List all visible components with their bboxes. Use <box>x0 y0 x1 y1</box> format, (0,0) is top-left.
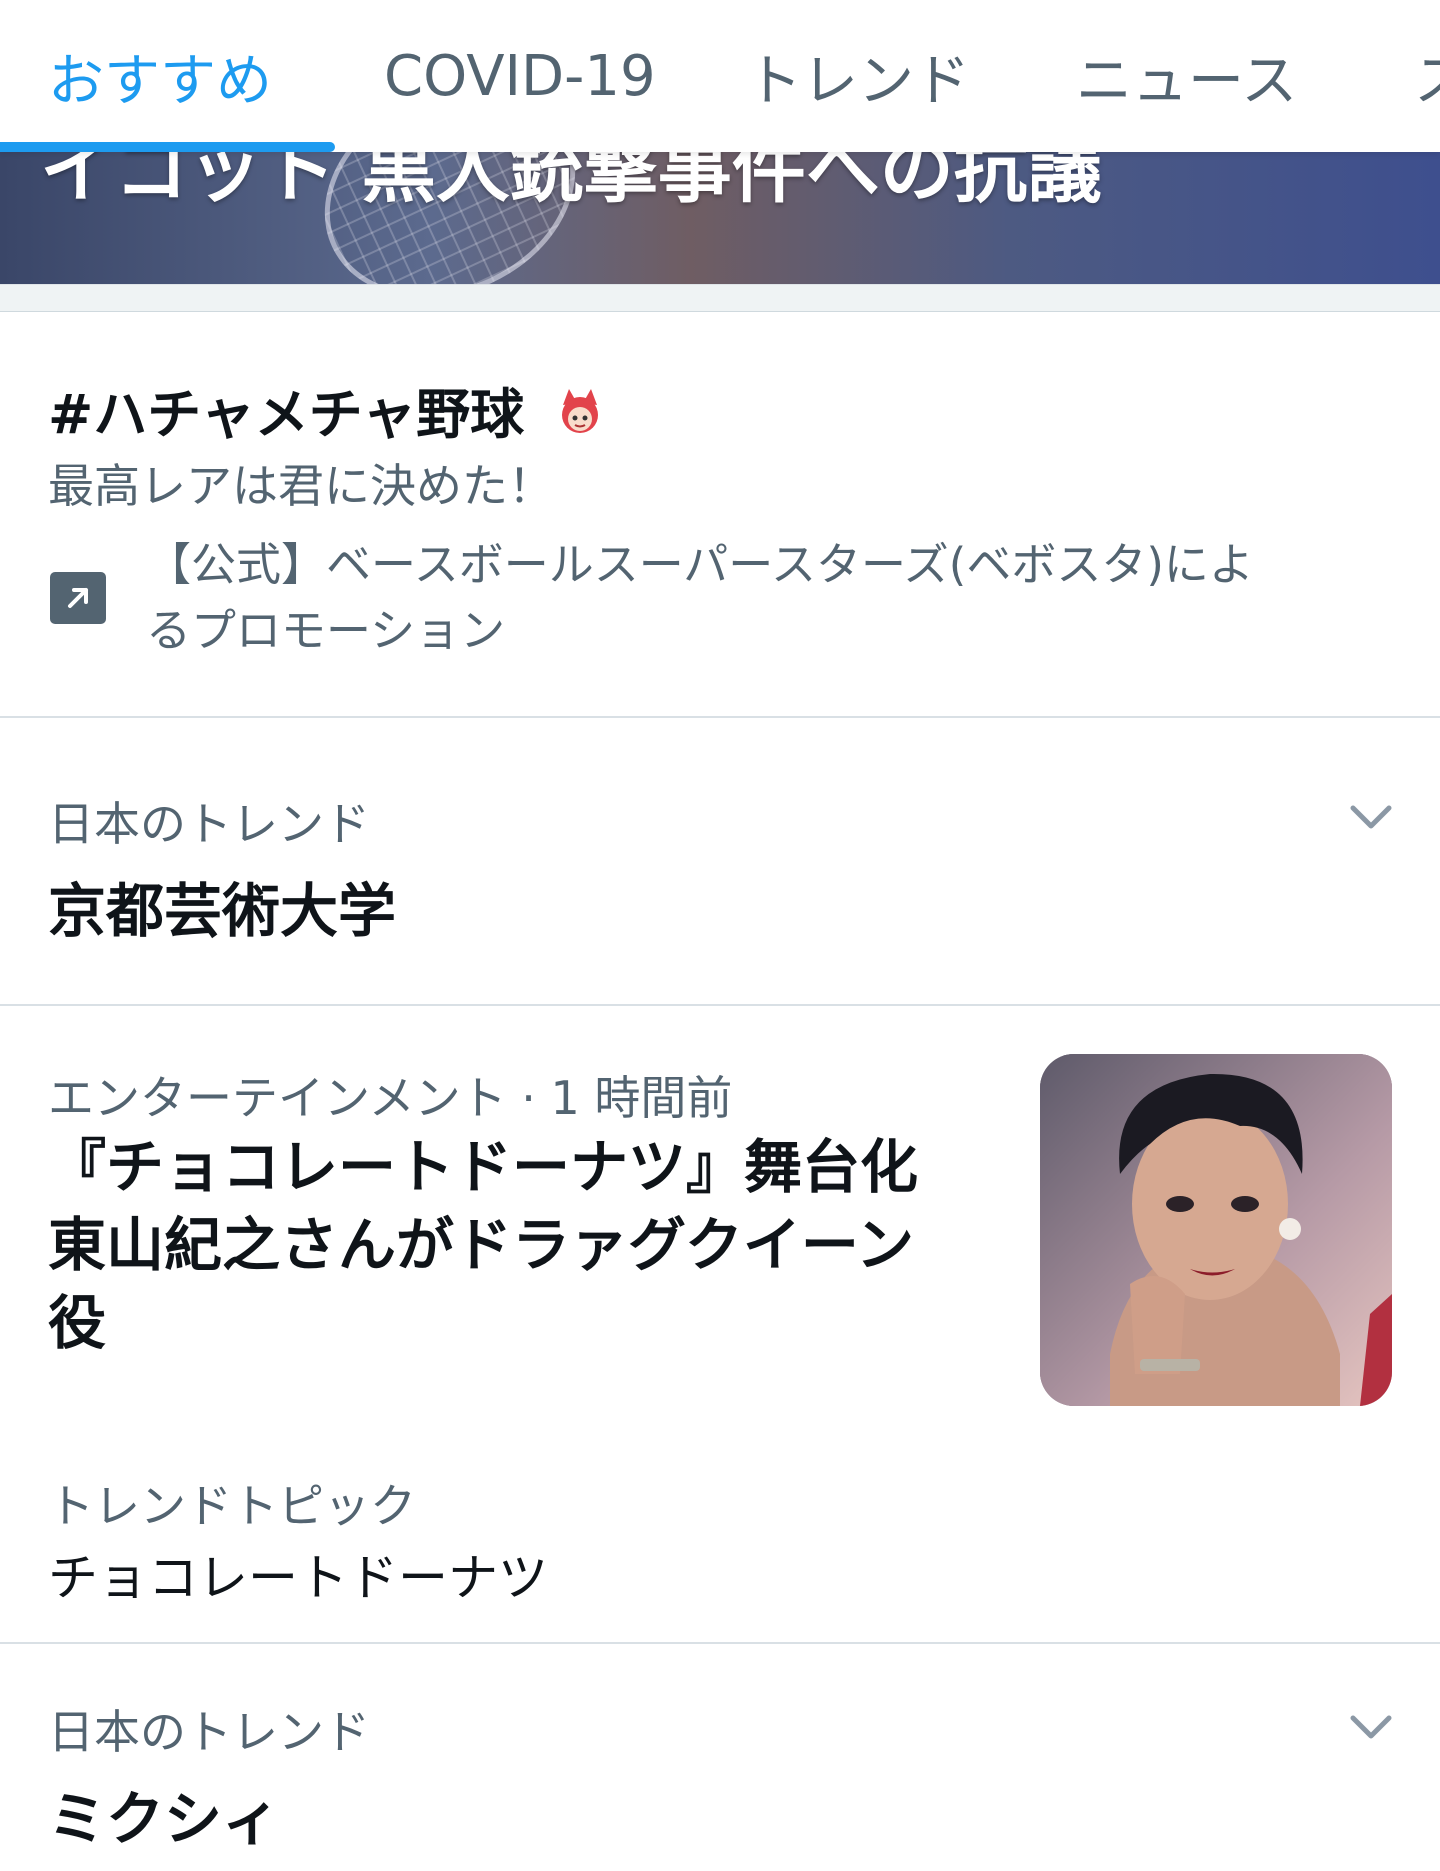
tab-for-you[interactable]: おすすめ <box>48 0 272 152</box>
tab-trending[interactable]: トレンド <box>746 0 970 152</box>
promoted-by-line2: るプロモーション <box>146 604 506 657</box>
chevron-down-icon[interactable] <box>1348 1712 1394 1742</box>
divider <box>0 716 1440 718</box>
news-title-line3: 役 <box>48 1289 107 1357</box>
news-title-line2: 東山紀之さんがドラァグクイーン <box>48 1211 914 1279</box>
promoted-by-line1: 【公式】ベースボールスーパースターズ(ベボスタ)によ <box>146 538 1254 591</box>
section-separator <box>0 284 1440 312</box>
promoted-hashtag: #ハチャメチャ野球 <box>48 370 609 449</box>
trending-topic-name[interactable]: チョコレートドーナツ <box>48 1538 548 1610</box>
divider <box>0 1004 1440 1006</box>
active-tab-indicator <box>0 142 335 152</box>
trend-context: 日本のトレンド <box>48 797 370 851</box>
news-thumbnail-image <box>1040 1054 1392 1406</box>
tab-news[interactable]: ニュース <box>1076 0 1297 152</box>
promoted-tagline: 最高レアは君に決めた！ <box>48 459 554 513</box>
news-meta: エンターテインメント · 1 時間前 <box>48 1071 733 1125</box>
tab-sports[interactable]: ス <box>1414 0 1440 152</box>
trend-title: ミクシィ <box>48 1785 281 1853</box>
hashtag-emoji-icon <box>561 389 598 433</box>
trend-context: 日本のトレンド <box>48 1705 370 1759</box>
divider <box>0 1642 1440 1644</box>
tab-covid-19[interactable]: COVID-19 <box>384 0 656 152</box>
explore-tab-bar: おすすめ COVID-19 トレンド ニュース ス <box>0 0 1440 152</box>
promoted-arrow-icon <box>50 572 106 624</box>
news-title-line1: 『チョコレートドーナツ』舞台化 <box>48 1133 919 1201</box>
trend-title: 京都芸術大学 <box>48 877 397 945</box>
chevron-down-icon[interactable] <box>1348 802 1394 832</box>
hero-headline: イコット 黒人銃撃事件への抗議 <box>40 152 1102 213</box>
news-thumbnail[interactable] <box>1040 1054 1392 1406</box>
hero-banner[interactable]: イコット 黒人銃撃事件への抗議 <box>0 152 1440 284</box>
promoted-hashtag-text: #ハチャメチャ野球 <box>48 383 525 446</box>
trending-topic-label: トレンドトピック <box>48 1479 416 1533</box>
